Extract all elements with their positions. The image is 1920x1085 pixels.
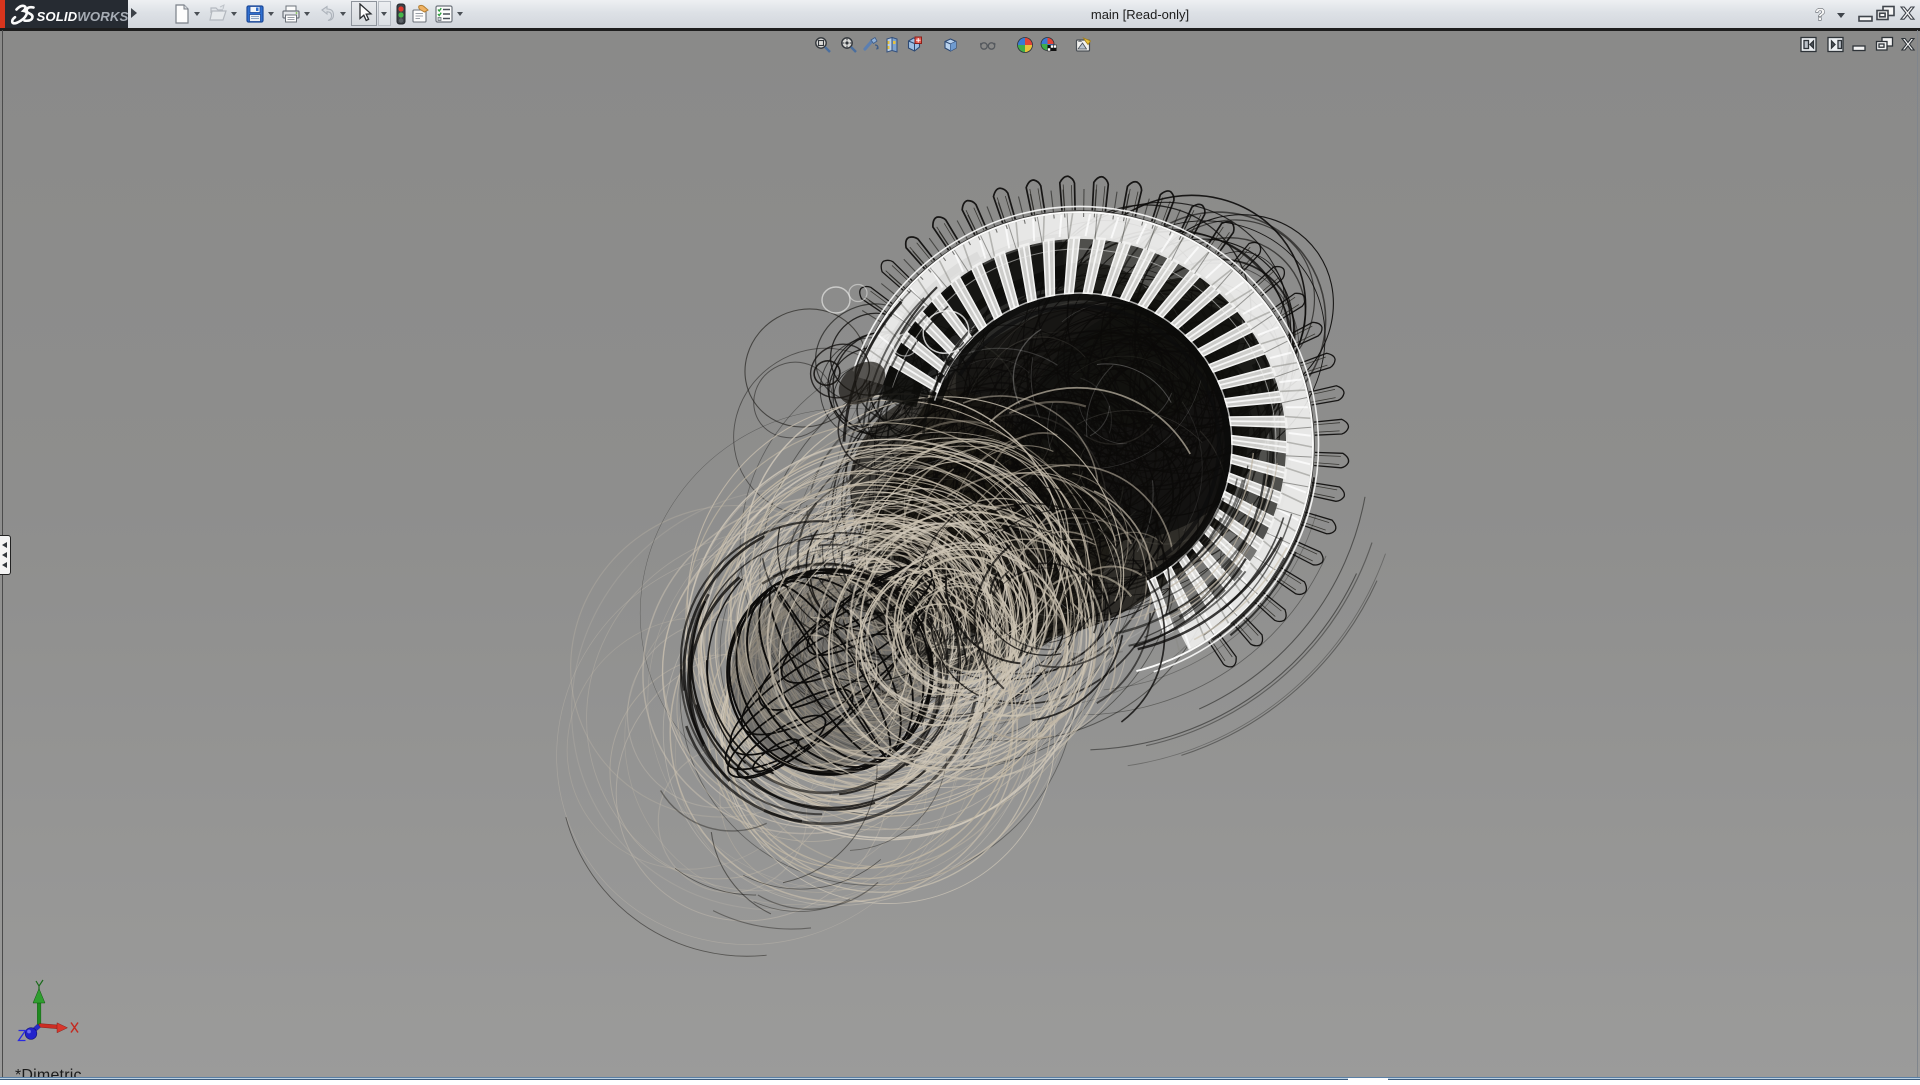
- svg-text:?: ?: [1815, 5, 1825, 24]
- svg-text:SOLIDWORKS: SOLIDWORKS: [37, 9, 129, 24]
